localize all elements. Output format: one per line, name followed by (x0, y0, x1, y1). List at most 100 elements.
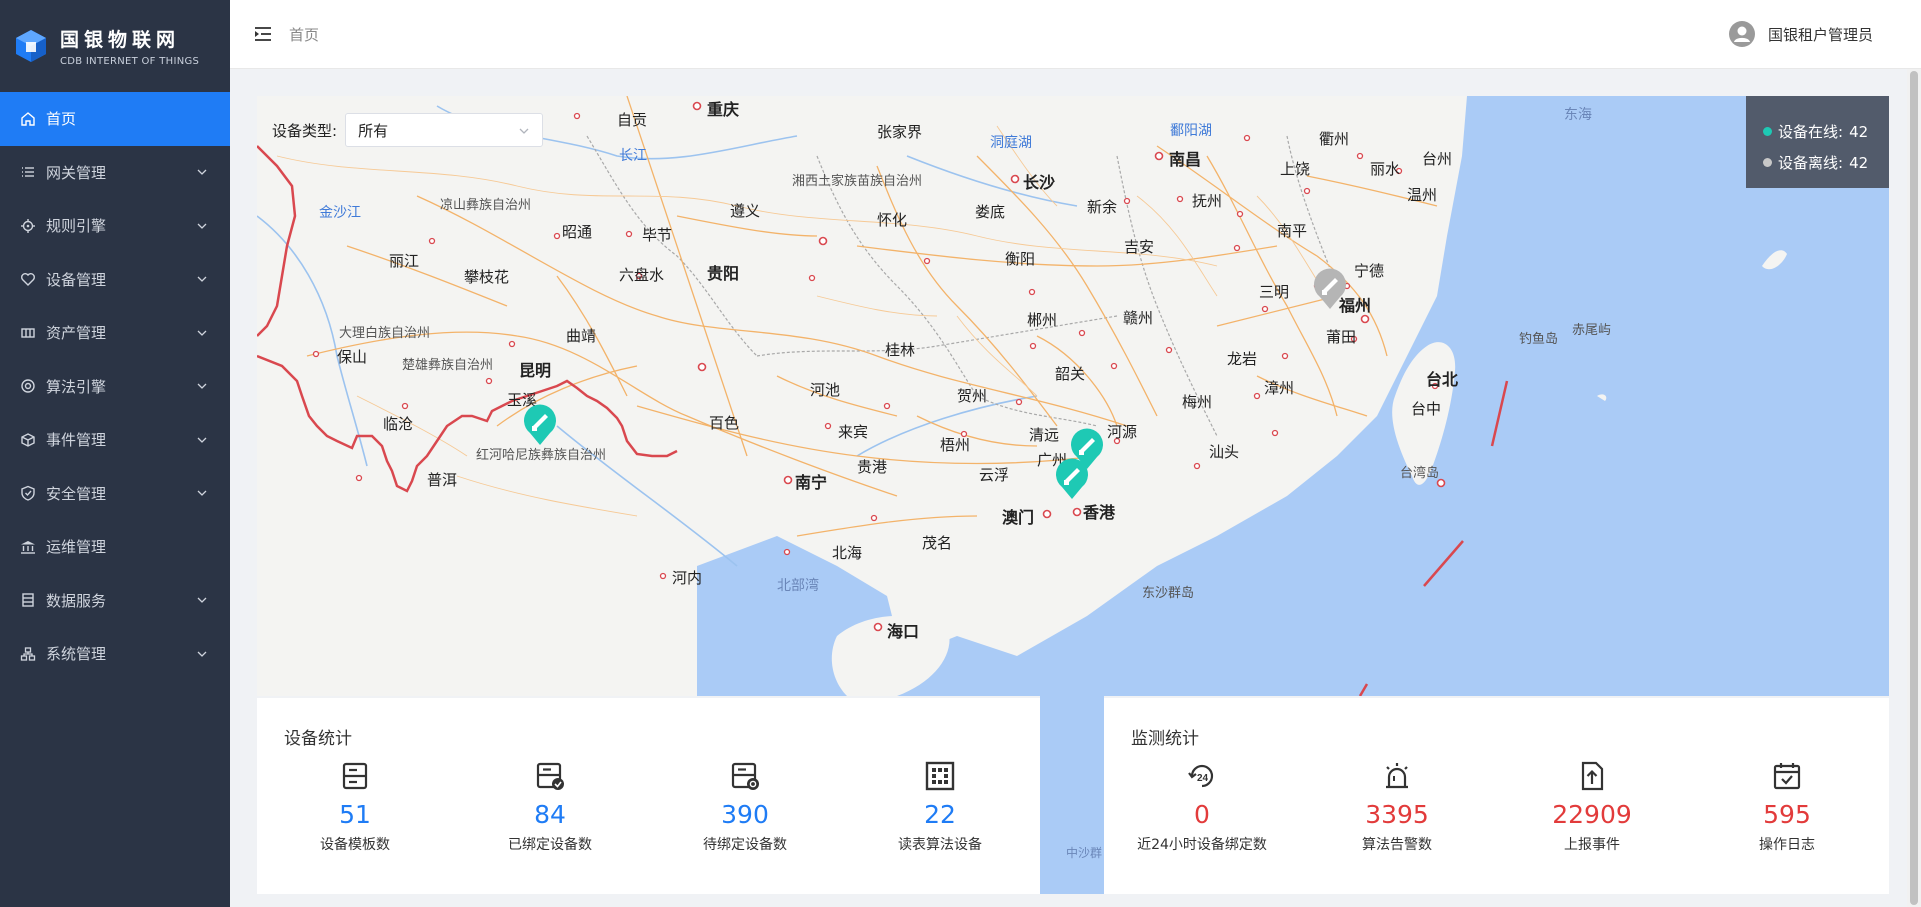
map-label-dongsha: 东沙群岛 (1142, 586, 1195, 601)
device-marker-offline[interactable] (1311, 266, 1349, 310)
sidebar-item-home[interactable]: 首页 (0, 92, 230, 146)
sidebar-item-events[interactable]: 事件管理 (0, 413, 230, 467)
user-menu[interactable]: 国银租户管理员 (1728, 20, 1873, 48)
map-label-hanoi: 河内 (672, 569, 703, 587)
map-label-chiweiyu: 赤尾屿 (1572, 323, 1612, 338)
stat-template-count[interactable]: 51 设备模板数 (275, 760, 435, 854)
device-marker-online[interactable] (1053, 456, 1091, 500)
stat-label: 设备模板数 (320, 837, 390, 853)
monitor-stats-panel: 监测统计 24 0 近24小时设备绑定数 3395 算法告警数 22909 上报… (1104, 698, 1889, 894)
map-label-chongqing: 重庆 (707, 100, 740, 119)
chevron-down-icon (197, 223, 207, 229)
online-label: 设备在线: (1778, 123, 1844, 141)
sidebar-item-devices[interactable]: 设备管理 (0, 253, 230, 307)
stat-label: 已绑定设备数 (508, 837, 592, 853)
stat-pending-devices[interactable]: 390 待绑定设备数 (665, 760, 825, 854)
map-label-baoshan: 保山 (337, 348, 368, 366)
map-label-zhaotong: 昭通 (562, 223, 593, 241)
chevron-down-icon (197, 597, 207, 604)
select-value: 所有 (358, 121, 389, 140)
svg-text:24: 24 (1197, 773, 1209, 784)
breadcrumb[interactable]: 首页 (289, 24, 319, 45)
map-label-beihai: 北海 (832, 544, 863, 562)
stat-value: 595 (1763, 800, 1811, 829)
device-marker-online[interactable] (521, 402, 559, 446)
stat-label: 算法告警数 (1362, 837, 1432, 853)
map-label-xianggang: 香港 (1083, 503, 1116, 522)
meter-grid-icon (925, 761, 955, 791)
scrollbar-thumb[interactable] (1910, 71, 1918, 905)
map-label-liangshan: 凉山彝族自治州 (440, 198, 532, 213)
sidebar-item-security[interactable]: 安全管理 (0, 467, 230, 521)
offline-count: 42 (1849, 153, 1869, 172)
sidebar-item-rules[interactable]: 规则引擎 (0, 199, 230, 253)
map-label-longyan: 龙岩 (1227, 350, 1258, 368)
map-label-wuzhou: 梧州 (940, 436, 971, 454)
map-label-panzhihua: 攀枝花 (464, 268, 510, 286)
map-label-aomen: 澳门 (1002, 508, 1035, 527)
chevron-down-icon (197, 383, 207, 390)
map-label-ningde: 宁德 (1354, 262, 1385, 280)
stat-value: 22909 (1552, 800, 1632, 829)
home-icon (18, 109, 38, 129)
sidebar-item-label: 设备管理 (46, 270, 107, 289)
map-label-sanming: 三明 (1259, 283, 1290, 301)
device-type-select[interactable]: 所有 (345, 113, 544, 147)
device-status-legend: 设备在线: 42 设备离线: 42 (1746, 96, 1889, 188)
stat-reported-events[interactable]: 22909 上报事件 (1512, 760, 1672, 854)
sidebar-item-label: 资产管理 (46, 324, 107, 343)
sidebar-item-assets[interactable]: 资产管理 (0, 306, 230, 360)
sidebar-item-algorithm[interactable]: 算法引擎 (0, 360, 230, 414)
map-label-fuzhou-jx: 抚州 (1192, 192, 1223, 210)
database-icon (18, 590, 38, 610)
menu-collapse-icon[interactable] (253, 25, 273, 43)
panel-title: 设备统计 (284, 729, 352, 749)
stat-bound-devices[interactable]: 84 已绑定设备数 (470, 760, 630, 854)
map-label-yunfu: 云浮 (979, 466, 1010, 484)
logo[interactable]: 国银物联网 CDB INTERNET OF THINGS (0, 0, 230, 92)
map-label-taibei: 台北 (1426, 370, 1459, 389)
stat-algorithm-alarms[interactable]: 3395 算法告警数 (1317, 760, 1477, 854)
sidebar-item-data-service[interactable]: 数据服务 (0, 574, 230, 628)
logo-cube-icon (16, 30, 46, 62)
map-label-chenzhou: 郴州 (1027, 311, 1058, 329)
map-label-taiwan-island: 台湾岛 (1400, 466, 1440, 481)
chevron-down-icon (197, 437, 207, 443)
map-label-hechi: 河池 (810, 381, 841, 399)
stat-operation-logs[interactable]: 595 操作日志 (1707, 760, 1867, 854)
logo-subtitle: CDB INTERNET OF THINGS (60, 56, 200, 67)
sidebar-item-label: 网关管理 (46, 163, 107, 182)
filter-label: 设备类型: (272, 121, 338, 140)
map-label-guilin: 桂林 (885, 341, 916, 359)
stat-label: 近24小时设备绑定数 (1137, 837, 1267, 853)
map-label-nanning: 南宁 (795, 473, 828, 492)
offline-dot-icon (1763, 158, 1772, 167)
sidebar-item-label: 运维管理 (46, 538, 107, 557)
stat-label: 操作日志 (1759, 837, 1815, 853)
map-label-honghe: 红河哈尼族彝族自治州 (476, 448, 607, 463)
bound-device-icon (536, 762, 564, 790)
map-label-puer: 普洱 (427, 471, 458, 489)
sidebar-item-system[interactable]: 系统管理 (0, 627, 230, 681)
stat-24h-bindings[interactable]: 24 0 近24小时设备绑定数 (1122, 760, 1282, 854)
top-header: 首页 国银租户管理员 (230, 0, 1921, 69)
sidebar-item-label: 数据服务 (46, 591, 107, 610)
sidebar-item-ops[interactable]: 运维管理 (0, 520, 230, 574)
device-stats-panel: 设备统计 51 设备模板数 84 已绑定设备数 390 待绑定设备数 22 读表… (257, 698, 1040, 894)
chevron-down-icon (197, 169, 207, 176)
map-label-guigang: 贵港 (857, 458, 888, 476)
map-label-zhongsha: 中沙群 (1066, 846, 1103, 860)
map-gap: 中沙群 (1040, 696, 1104, 894)
map-canvas[interactable] (257, 96, 1889, 696)
stat-meter-algorithm-devices[interactable]: 22 读表算法设备 (860, 760, 1020, 854)
upload-icon (1581, 761, 1604, 791)
map-label-kunming: 昆明 (519, 361, 552, 380)
sidebar-item-label: 事件管理 (46, 431, 107, 450)
map-label-baise: 百色 (709, 414, 740, 432)
map-label-wenzhou: 温州 (1407, 186, 1438, 204)
device-map[interactable]: 重庆 自贡 张家界 洞庭湖 南昌 鄱阳湖 上饶 衢州 丽水 台州 温州 东海 长… (257, 96, 1889, 696)
sidebar-item-gateway[interactable]: 网关管理 (0, 146, 230, 200)
map-label-zhangzhou: 漳州 (1264, 379, 1295, 397)
page-scrollbar[interactable] (1907, 69, 1921, 907)
stat-value: 22 (924, 800, 956, 829)
